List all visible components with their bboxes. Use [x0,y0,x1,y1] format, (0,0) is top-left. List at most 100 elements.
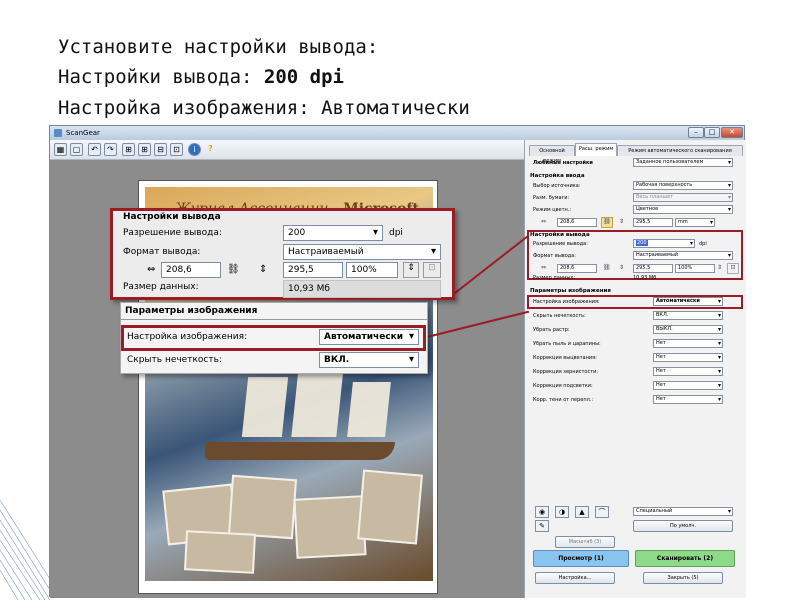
close-button[interactable]: Закрыть (5) [643,572,723,584]
grain-correction-select[interactable]: Нет [653,367,723,376]
data-size-label: Размер данных: [533,275,575,281]
heading-line-2: Настройки вывода: 200 dpi [58,66,344,88]
unsharp-mask-label: Скрыть нечеткость: [533,313,586,319]
brightness-contrast-icon[interactable]: ◑ [555,506,569,518]
color-settings-icon[interactable]: ◉ [535,506,549,518]
fading-correction-select[interactable]: Нет [653,353,723,362]
zoom-resolution-unit: dpi [389,228,403,238]
heading-line-2-prefix: Настройки вывода: [58,66,264,88]
minimize-button[interactable]: – [688,127,704,138]
zoom-format-select[interactable]: Настраиваемый [283,244,441,260]
ship-hull [205,442,395,460]
heading-line-1: Установите настройки вывода: [58,36,379,58]
auto-crop-icon[interactable]: ⊞ [122,143,135,156]
close-window-button[interactable]: ✕ [721,127,743,138]
divider [121,319,427,320]
zoom-reset-size-icon[interactable]: ⊡ [423,262,441,278]
check-all-icon[interactable]: ⊞ [138,143,151,156]
app-icon [54,129,62,137]
dust-removal-select[interactable]: Нет [653,339,723,348]
collage-photo [227,474,298,540]
zoom-width-field[interactable]: 208,6 [161,262,221,278]
tone-curve-icon[interactable]: ⌒ [595,506,609,518]
zoom-width-icon: ⇔ [147,264,156,275]
ship-sail [291,367,344,437]
output-height-field[interactable]: 295,5 [633,264,673,273]
grain-correction-label: Коррекция зернистости: [533,369,599,375]
fading-correction-label: Коррекция выцветания: [533,355,597,361]
output-width-field[interactable]: 208,6 [557,264,597,273]
zoom-scale-spinner-icon[interactable]: ⇕ [403,262,419,278]
zoom-data-size-value: 10,93 Мб [283,280,441,298]
tab-basic-mode[interactable]: Основной режим [529,145,575,164]
zoom-unsharp-select[interactable]: ВКЛ. [319,352,419,368]
zoom-link-icon: ⛓ [227,264,240,275]
info-icon[interactable]: i [188,143,201,156]
descreen-select[interactable]: ВЫКЛ. [653,325,723,334]
tab-advanced-mode[interactable]: Расш. режим [575,143,617,156]
unit-select[interactable]: mm [675,218,715,227]
threshold-icon[interactable]: ✎ [535,520,549,532]
output-resolution-value: 200 [636,240,648,246]
settings-panel: Основной режим Расш. режим Режим автомат… [524,140,746,598]
output-resolution-label: Разрешение вывода: [533,241,588,247]
zoom-resolution-select[interactable]: 200 [283,225,383,241]
paper-size-select[interactable]: Весь планшет [633,193,733,202]
input-width-field[interactable]: 208,6 [557,218,597,227]
reset-size-icon[interactable]: ⊡ [727,263,739,274]
input-height-field[interactable]: 295,5 [633,218,673,227]
zoom-button[interactable]: Масштаб (3) [555,536,615,548]
rotate-left-icon[interactable]: ↶ [88,143,101,156]
aspect-lock-icon[interactable]: ⛓ [601,217,613,228]
output-resolution-select[interactable]: 200 [633,239,695,248]
zoom-resolution-label: Разрешение вывода: [123,228,222,238]
backlight-correction-select[interactable]: Нет [653,381,723,390]
collage-photo [357,469,423,545]
defaults-button[interactable]: По умолч. [633,520,733,532]
image-adjust-label: Настройка изображения: [533,299,600,305]
width-icon: ⇔ [541,218,547,225]
scan-button[interactable]: Сканировать (2) [635,550,735,567]
tab-auto-scan-mode[interactable]: Режим автоматического сканирования [617,145,743,156]
zoom-image-adjust-select[interactable]: Автоматически [319,329,419,345]
select-all-icon[interactable]: ⊡ [170,143,183,156]
whole-image-icon[interactable]: ▢ [70,143,83,156]
histogram-icon[interactable]: ▲ [575,506,589,518]
preferences-button[interactable]: Настройка... [535,572,615,584]
height-icon: ⇕ [619,218,625,225]
data-size-value: 10,93 Мб [633,275,657,281]
output-settings-title: Настройки вывода [530,232,590,238]
output-resolution-unit: dpi [699,241,707,247]
descreen-label: Убрать растр: [533,327,570,333]
favorites-select[interactable]: Заданное пользователем [633,158,733,167]
preview-button[interactable]: Просмотр (1) [533,550,629,567]
gutter-shadow-select[interactable]: Нет [653,395,723,404]
source-select[interactable]: Рабочая поверхность [633,181,733,190]
color-mode-select[interactable]: Цветное [633,205,733,214]
output-width-icon: ⇔ [541,264,547,271]
thumbnail-view-icon[interactable]: ▦ [54,143,67,156]
zoom-height-field[interactable]: 295,5 [283,262,343,278]
heading-line-2-value: 200 dpi [263,66,344,88]
scale-spinner-icon[interactable]: ⇕ [717,264,722,271]
backlight-correction-label: Коррекция подсветки: [533,383,593,389]
rotate-right-icon[interactable]: ↷ [104,143,117,156]
maximize-button[interactable]: □ [704,127,720,138]
zoom-image-title: Параметры изображения [125,306,258,316]
zoomed-output-settings: Настройки вывода Разрешение вывода: 200 … [110,208,455,300]
output-scale-field[interactable]: 100% [675,264,715,273]
ship-sail [241,377,289,437]
preview-toolbar: ▦ ▢ ↶ ↷ ⊞ ⊞ ⊟ ⊡ i ? [50,140,524,160]
unsharp-mask-select[interactable]: ВКЛ. [653,311,723,320]
tone-preset-select[interactable]: Специальный [633,507,733,516]
zoom-format-label: Формат вывода: [123,247,201,257]
title-bar: ScanGear – □ ✕ [50,126,744,140]
input-settings-title: Настройка ввода [530,173,585,179]
ship-sail [347,382,391,437]
image-adjust-select[interactable]: Автоматически [653,297,723,306]
uncheck-all-icon[interactable]: ⊟ [154,143,167,156]
zoom-scale-field[interactable]: 100% [346,262,398,278]
output-format-select[interactable]: Настраиваемый [633,251,733,260]
heading-line-3: Настройка изображения: Автоматически [58,97,470,119]
help-icon[interactable]: ? [204,143,217,156]
